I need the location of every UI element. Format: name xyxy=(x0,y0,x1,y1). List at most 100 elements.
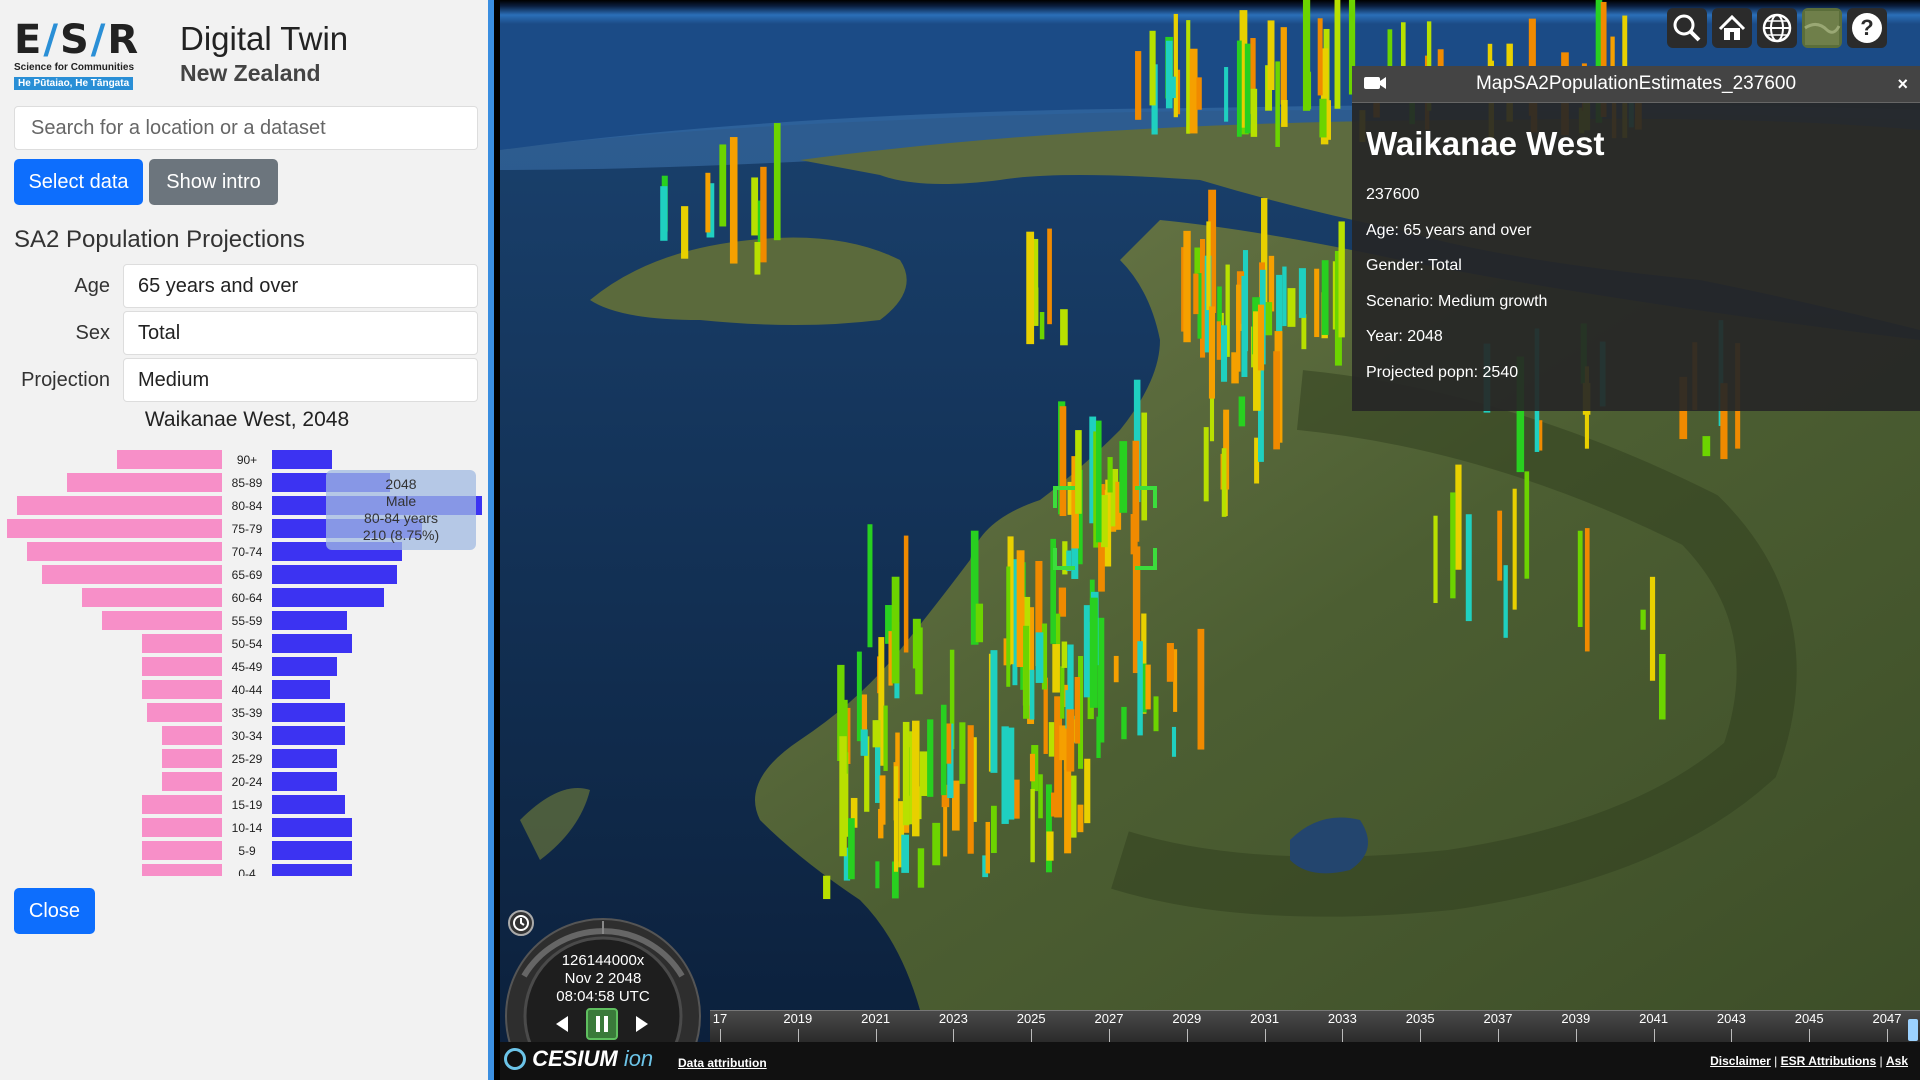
population-bar[interactable] xyxy=(1577,530,1583,627)
population-bar[interactable] xyxy=(729,137,738,264)
population-bar[interactable] xyxy=(1216,321,1221,360)
male-bar[interactable] xyxy=(272,657,337,676)
population-bar[interactable] xyxy=(927,719,934,797)
population-bar[interactable] xyxy=(839,736,847,857)
show-intro-button[interactable]: Show intro xyxy=(149,159,278,205)
home-icon[interactable] xyxy=(1712,8,1752,48)
disclaimer-link[interactable]: Disclaimer xyxy=(1710,1054,1771,1068)
population-bar[interactable] xyxy=(1077,804,1084,833)
female-bar[interactable] xyxy=(142,864,222,876)
female-bar[interactable] xyxy=(67,473,222,492)
timeline[interactable]: 17 2019 2021 2023 2025 2027 2029 2031 2033 2035 20… xyxy=(710,1010,1920,1043)
population-bar[interactable] xyxy=(1236,284,1241,372)
population-bar[interactable] xyxy=(1450,492,1456,599)
population-bar[interactable] xyxy=(1119,441,1128,513)
male-bar[interactable] xyxy=(272,703,345,722)
population-bar[interactable] xyxy=(1006,566,1011,687)
population-bar[interactable] xyxy=(1141,412,1148,521)
population-bar[interactable] xyxy=(1135,51,1142,120)
population-bar[interactable] xyxy=(883,705,888,771)
female-bar[interactable] xyxy=(142,680,222,699)
population-bar[interactable] xyxy=(1584,528,1590,652)
population-bar[interactable] xyxy=(967,725,974,854)
globe-icon[interactable] xyxy=(1757,8,1797,48)
help-icon[interactable]: ? xyxy=(1847,8,1887,48)
population-bar[interactable] xyxy=(751,177,759,236)
population-bar[interactable] xyxy=(990,805,997,854)
population-bar[interactable] xyxy=(1433,515,1438,604)
population-bar[interactable] xyxy=(760,166,767,263)
population-bar[interactable] xyxy=(1039,312,1045,340)
male-bar[interactable] xyxy=(272,772,337,791)
search-input[interactable]: Search for a location or a dataset xyxy=(14,106,478,150)
population-bar[interactable] xyxy=(1165,40,1173,109)
population-bar[interactable] xyxy=(1338,221,1345,338)
female-bar[interactable] xyxy=(117,450,222,469)
male-bar[interactable] xyxy=(272,611,347,630)
population-bar[interactable] xyxy=(719,144,727,227)
population-bar[interactable] xyxy=(1203,427,1209,502)
male-bar[interactable] xyxy=(272,795,345,814)
population-bar[interactable] xyxy=(1058,587,1067,617)
population-bar[interactable] xyxy=(1035,632,1044,683)
population-bar[interactable] xyxy=(1257,304,1265,371)
population-bar[interactable] xyxy=(1083,605,1090,698)
population-bar[interactable] xyxy=(1280,27,1287,105)
population-bar[interactable] xyxy=(903,535,909,653)
population-bar[interactable] xyxy=(990,650,998,773)
population-bar[interactable] xyxy=(1023,625,1030,719)
male-bar[interactable] xyxy=(272,864,352,876)
population-bar[interactable] xyxy=(893,766,899,872)
projection-select[interactable]: Medium xyxy=(123,358,478,402)
population-bar[interactable] xyxy=(1317,18,1323,96)
population-bar[interactable] xyxy=(1089,597,1098,708)
population-bar[interactable] xyxy=(1052,644,1060,693)
female-bar[interactable] xyxy=(142,795,222,814)
population-bar[interactable] xyxy=(1640,609,1646,630)
population-bar[interactable] xyxy=(1173,13,1178,118)
female-bar[interactable] xyxy=(142,634,222,653)
population-bar[interactable] xyxy=(1702,436,1711,457)
population-bar[interactable] xyxy=(1276,274,1283,337)
female-bar[interactable] xyxy=(142,657,222,676)
play-reverse-button[interactable] xyxy=(548,1010,576,1038)
population-bar[interactable] xyxy=(1084,758,1091,824)
esr-attributions-link[interactable]: ESR Attributions xyxy=(1781,1054,1877,1068)
female-bar[interactable] xyxy=(142,841,222,860)
population-bar[interactable] xyxy=(891,576,900,684)
sex-select[interactable]: Total xyxy=(123,311,478,355)
population-bar[interactable] xyxy=(1465,514,1472,622)
population-bar[interactable] xyxy=(1038,774,1043,819)
population-bar[interactable] xyxy=(1221,448,1227,517)
population-bar[interactable] xyxy=(1524,471,1530,579)
female-bar[interactable] xyxy=(147,703,222,722)
population-bar[interactable] xyxy=(754,241,761,275)
female-bar[interactable] xyxy=(42,565,222,584)
population-bar[interactable] xyxy=(860,729,868,756)
male-bar[interactable] xyxy=(272,634,352,653)
population-bar[interactable] xyxy=(1060,666,1065,719)
population-bar[interactable] xyxy=(1282,266,1287,327)
population-bar[interactable] xyxy=(1497,510,1503,581)
population-bar[interactable] xyxy=(1241,275,1248,377)
population-bar[interactable] xyxy=(872,720,881,748)
population-bar[interactable] xyxy=(1221,325,1228,382)
population-bar[interactable] xyxy=(932,822,941,866)
population-bar[interactable] xyxy=(1301,314,1307,350)
population-bar[interactable] xyxy=(1250,88,1258,137)
female-bar[interactable] xyxy=(102,611,222,630)
population-bar[interactable] xyxy=(1224,67,1229,122)
map-viewer[interactable]: ? MapSA2PopulationEstimates_237600 × Wai… xyxy=(500,0,1920,1080)
female-bar[interactable] xyxy=(82,588,222,607)
pause-button[interactable] xyxy=(586,1008,618,1040)
ask-link[interactable]: Ask xyxy=(1886,1054,1908,1068)
population-bar[interactable] xyxy=(901,834,910,873)
population-bar[interactable] xyxy=(1183,230,1191,343)
population-bar[interactable] xyxy=(1029,753,1036,782)
select-data-button[interactable]: Select data xyxy=(14,159,143,205)
population-bar[interactable] xyxy=(1319,98,1327,138)
population-bar[interactable] xyxy=(1512,488,1517,610)
population-bar[interactable] xyxy=(1244,43,1251,134)
population-bar[interactable] xyxy=(1321,260,1329,335)
population-bar[interactable] xyxy=(1186,20,1191,134)
